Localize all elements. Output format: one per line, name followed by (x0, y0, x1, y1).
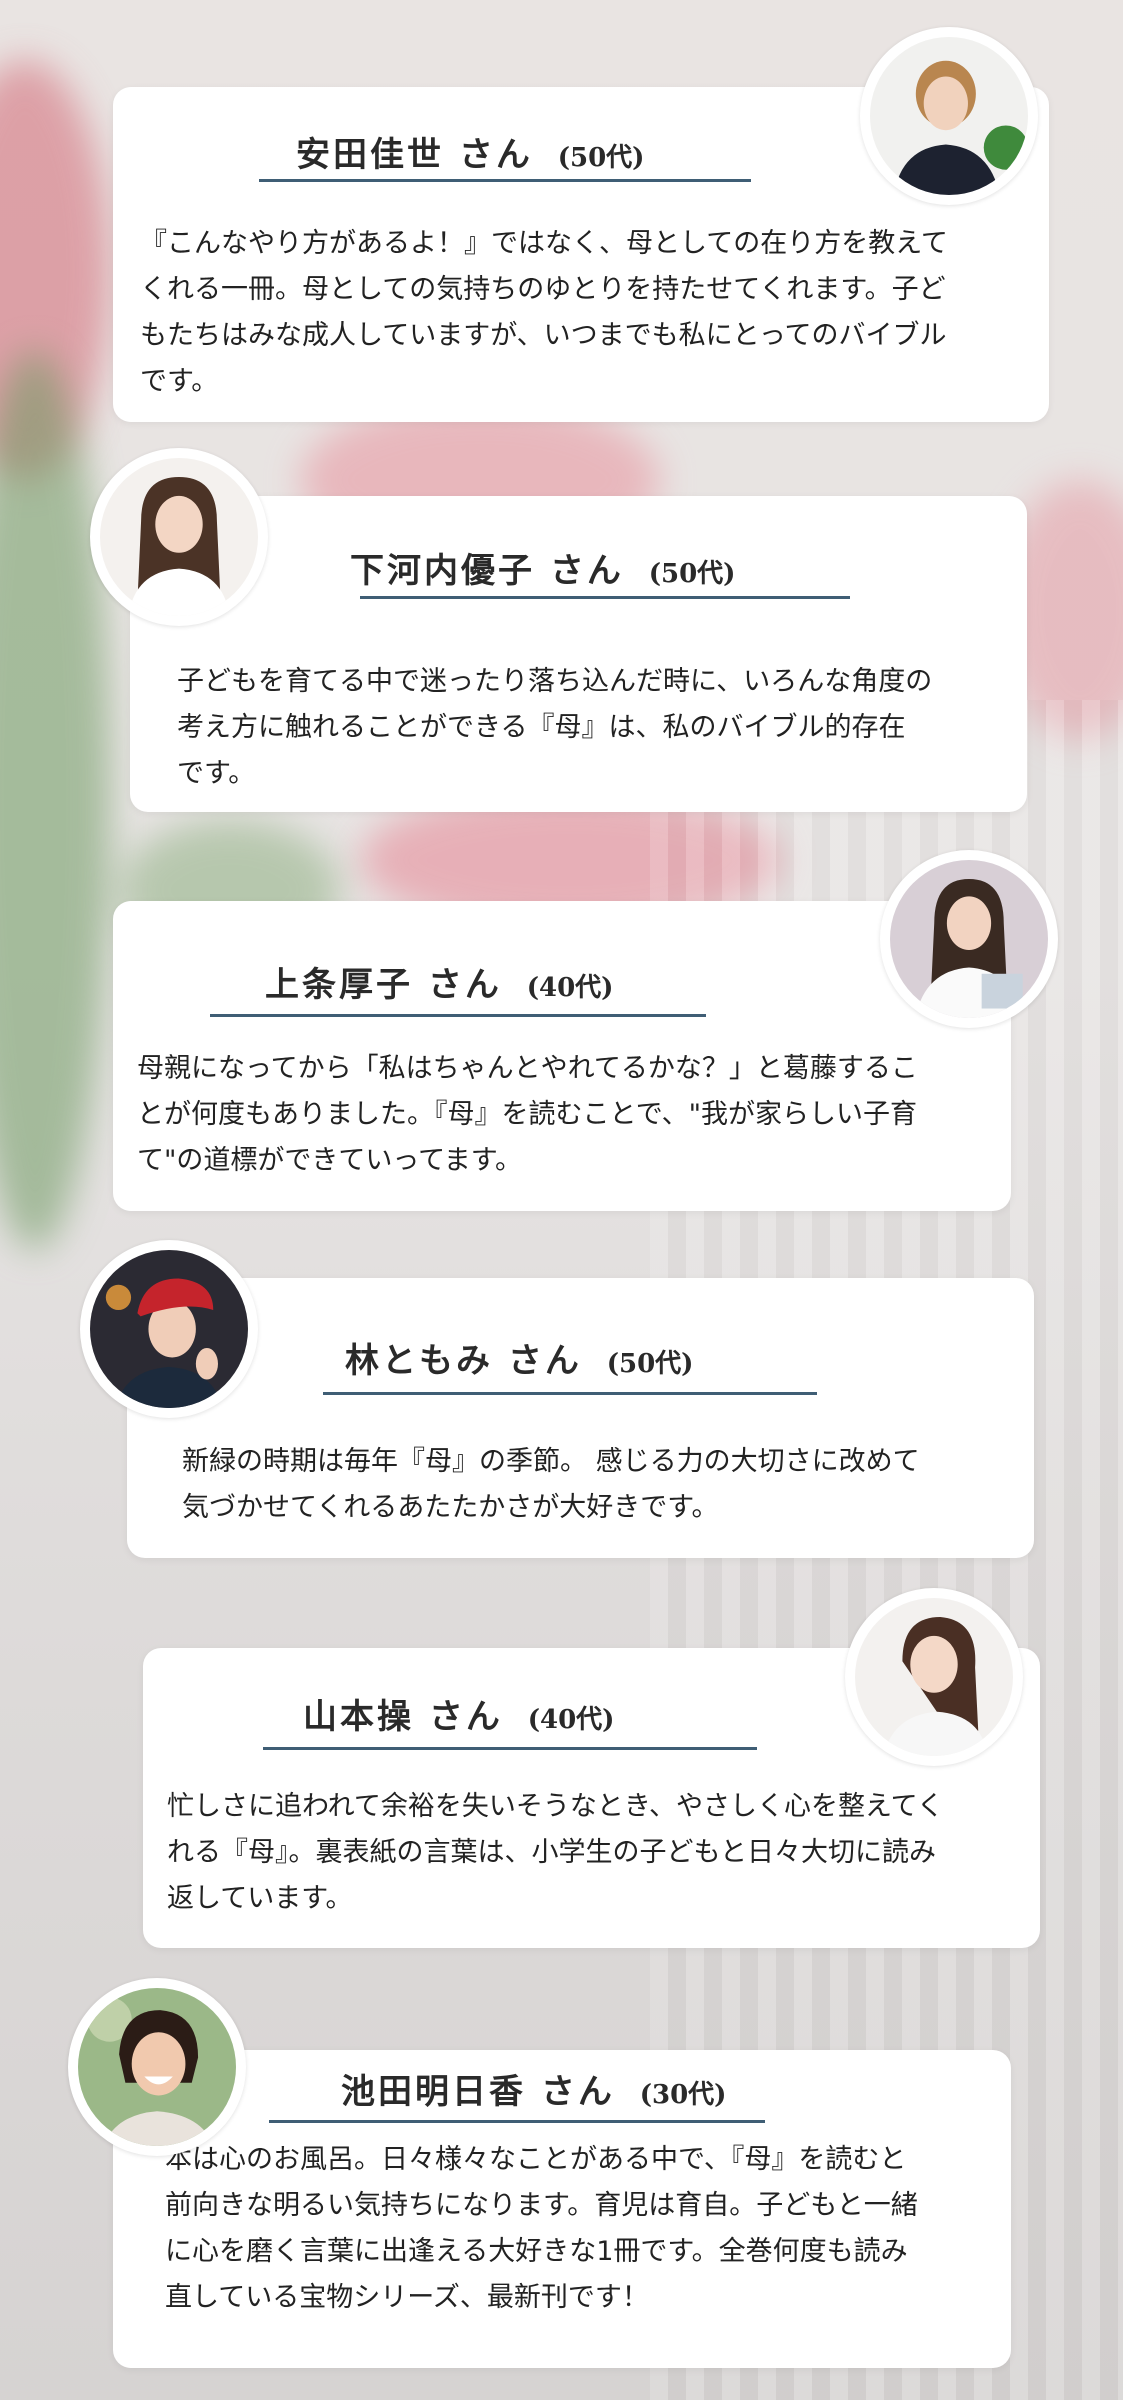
name-underline (323, 1392, 817, 1395)
testimonial-card-4: 林ともみ さん (50代) 新緑の時期は毎年『母』の季節。 感じる力の大切さに改… (127, 1278, 1034, 1558)
testimonial-name: 山本操 さん (40代) (303, 1689, 614, 1738)
name-suffix: さん (458, 135, 533, 175)
testimonial-text: 忙しさに追われて余裕を失いそうなとき、やさしく心を整えてく れる『母』。裏表紙の… (167, 1791, 944, 1914)
testimonial-name: 林ともみ さん (50代) (345, 1333, 693, 1382)
name-suffix: さん (549, 551, 624, 591)
testimonial-card-3: 上条厚子 さん (40代) 母親になってから「私はちゃんとやれてるかな？」と葛藤… (113, 901, 1011, 1211)
testimonial-text: 新緑の時期は毎年『母』の季節。 感じる力の大切さに改めて 気づかせてくれるあたた… (182, 1446, 920, 1523)
testimonial-name: 安田佳世 さん (50代) (296, 127, 644, 176)
testimonial-text: 『こんなやり方があるよ！』ではなく、母としての在り方を教えて くれる一冊。母とし… (140, 228, 948, 397)
age-label: (40代) (526, 973, 614, 1003)
age-label: (30代) (639, 2080, 727, 2110)
testimonial-name: 下河内優子 さん (50代) (350, 543, 735, 592)
name-text: 上条厚子 (265, 965, 413, 1005)
testimonial-name: 池田明日香 さん (30代) (341, 2064, 726, 2113)
avatar-photo-6 (68, 1978, 246, 2156)
testimonial-text: 子どもを育てる中で迷ったり落ち込んだ時に、いろんな角度の 考え方に触れることがで… (177, 666, 933, 789)
woman-long-hair-avatar-icon (100, 458, 258, 616)
name-suffix: さん (540, 2072, 615, 2112)
avatar-photo-4 (80, 1240, 258, 1418)
testimonial-text: 本は心のお風呂。日々様々なことがある中で、『母』を読むと 前向きな明るい気持ちに… (165, 2144, 918, 2313)
woman-with-book-avatar-icon (890, 860, 1048, 1018)
name-suffix: さん (427, 965, 502, 1005)
name-underline (259, 179, 751, 182)
woman-smiling-avatar-icon (855, 1598, 1013, 1756)
age-label: (50代) (606, 1349, 694, 1379)
woman-red-beret-avatar-icon (90, 1250, 248, 1408)
woman-short-hair-avatar-icon (870, 37, 1028, 195)
name-text: 林ともみ (345, 1341, 493, 1381)
name-text: 安田佳世 (296, 135, 444, 175)
name-text: 下河内優子 (350, 551, 535, 591)
name-underline (360, 596, 850, 599)
age-label: (50代) (648, 559, 736, 589)
avatar-photo-2 (90, 448, 268, 626)
testimonial-name: 上条厚子 さん (40代) (265, 957, 613, 1006)
woman-laughing-avatar-icon (78, 1988, 236, 2146)
testimonial-text: 母親になってから「私はちゃんとやれてるかな？」と葛藤するこ とが何度もありました… (137, 1053, 918, 1176)
name-text: 山本操 (303, 1697, 414, 1737)
age-label: (50代) (557, 143, 645, 173)
testimonial-card-6: 池田明日香 さん (30代) 本は心のお風呂。日々様々なことがある中で、『母』を… (113, 2050, 1011, 2368)
avatar-photo-5 (845, 1588, 1023, 1766)
name-suffix: さん (428, 1697, 503, 1737)
avatar-photo-3 (880, 850, 1058, 1028)
name-suffix: さん (507, 1341, 582, 1381)
name-underline (263, 1747, 757, 1750)
avatar-photo-1 (860, 27, 1038, 205)
age-label: (40代) (527, 1705, 615, 1735)
name-text: 池田明日香 (341, 2072, 526, 2112)
name-underline (210, 1014, 706, 1017)
name-underline (269, 2120, 765, 2123)
